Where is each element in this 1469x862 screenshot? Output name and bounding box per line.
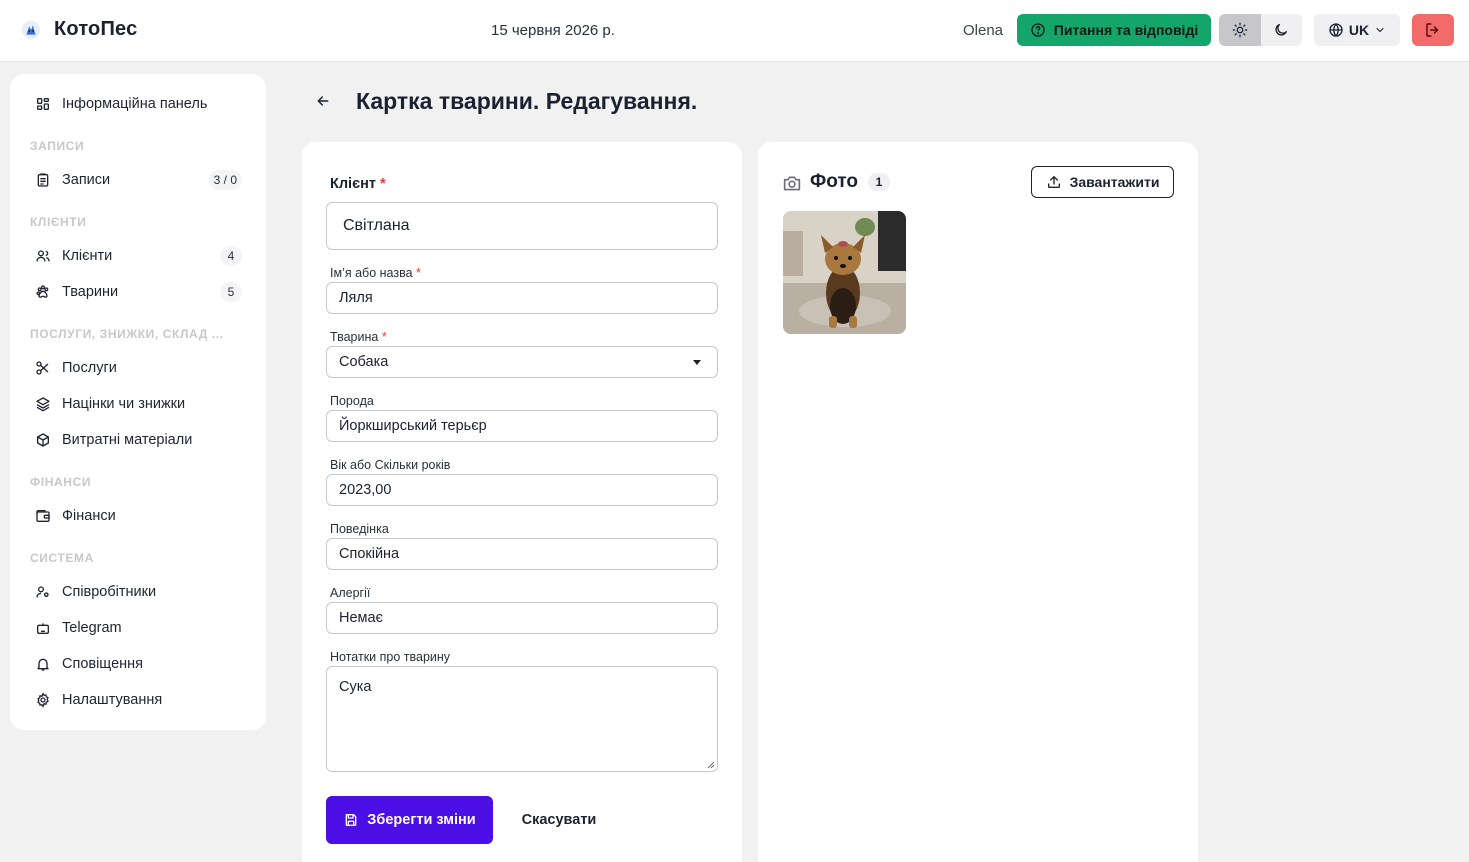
sidebar-item-label: Інформаційна панель (62, 96, 208, 112)
sidebar-item-records[interactable]: Записи 3 / 0 (30, 166, 246, 194)
section-label-system: Система (30, 551, 94, 565)
current-date: 15 червня 2026 р. (491, 22, 615, 39)
sidebar-item-telegram[interactable]: Telegram (30, 614, 246, 642)
sidebar: Інформаційна панель Записи Записи 3 / 0 … (10, 74, 266, 730)
sidebar-item-markups[interactable]: Націнки чи знижки (30, 390, 246, 418)
sidebar-item-services[interactable]: Послуги (30, 354, 246, 382)
sidebar-item-label: Націнки чи знижки (62, 396, 186, 412)
question-circle-icon (1031, 23, 1045, 37)
page-title: Картка тварини. Редагування. (356, 88, 698, 114)
photo-panel: Фото 1 Завантажити (758, 142, 1198, 862)
animal-edit-form: Клієнт * Світлана Ім’я або назва * Ляля … (302, 142, 742, 862)
sidebar-item-label: Сповіщення (62, 656, 144, 672)
layers-icon (36, 397, 50, 412)
dog-photo-image (783, 211, 906, 334)
top-bar: КотоПес 15 червня 2026 р. Olena Питання … (0, 0, 1469, 62)
floppy-disk-icon (345, 814, 357, 826)
sidebar-item-dashboard[interactable]: Інформаційна панель (30, 90, 246, 118)
breed-label: Порода (330, 394, 374, 408)
users-icon (36, 250, 50, 262)
sidebar-item-label: Записи (62, 172, 111, 188)
sidebar-item-label: Фінанси (62, 508, 116, 524)
globe-icon (1329, 23, 1343, 37)
client-label: Клієнт * (330, 176, 386, 192)
logout-icon (1426, 23, 1439, 37)
breed-input[interactable]: Йоркширський терьєр (326, 410, 718, 442)
sidebar-item-label: Співробітники (62, 584, 157, 600)
photo-count-badge: 1 (868, 173, 890, 191)
records-count-badge: 3 / 0 (208, 170, 242, 190)
sidebar-item-label: Витратні матеріали (62, 432, 193, 448)
notes-label: Нотатки про тварину (330, 650, 451, 664)
moon-icon (1275, 24, 1288, 36)
animal-type-select[interactable]: Собака (326, 346, 718, 378)
allergies-input[interactable]: Немає (326, 602, 718, 634)
gear-icon (37, 692, 49, 708)
notes-textarea[interactable]: Сука (326, 666, 718, 772)
cat-dog-logo-icon[interactable] (20, 19, 42, 41)
sidebar-item-clients[interactable]: Клієнти 4 (30, 242, 246, 270)
section-label-clients: Клієнти (30, 215, 87, 229)
bot-icon (37, 623, 49, 634)
name-label: Ім’я або назва * (330, 266, 421, 280)
language-selector[interactable]: UK (1314, 14, 1400, 46)
sidebar-item-settings[interactable]: Налаштування (30, 686, 246, 714)
theme-switcher (1219, 14, 1302, 46)
arrow-left-icon (317, 96, 329, 106)
sidebar-item-finance[interactable]: Фінанси (30, 502, 246, 530)
client-field[interactable]: Світлана (326, 202, 718, 250)
resize-grip-icon[interactable] (707, 761, 715, 769)
age-input[interactable]: 2023,00 (326, 474, 718, 506)
current-user: Olena (963, 22, 1004, 39)
sidebar-item-label: Telegram (62, 620, 122, 636)
dashboard-icon (37, 98, 49, 110)
name-input[interactable]: Ляля (326, 282, 718, 314)
user-key-icon (36, 586, 49, 598)
sidebar-item-notifications[interactable]: Сповіщення (30, 650, 246, 678)
language-label: UK (1348, 22, 1370, 38)
camera-icon (783, 176, 801, 191)
dark-theme-button[interactable] (1261, 14, 1303, 46)
allergies-label: Алергії (330, 586, 371, 600)
section-label-records: Записи (30, 139, 85, 153)
clipboard-icon (37, 173, 49, 187)
animals-count-badge: 5 (220, 282, 242, 302)
behavior-input[interactable]: Спокійна (326, 538, 718, 570)
save-button[interactable]: Зберегти зміни (326, 796, 493, 844)
animal-photo-thumbnail[interactable] (783, 211, 906, 334)
clients-count-badge: 4 (220, 246, 242, 266)
cancel-button[interactable]: Скасувати (512, 806, 606, 834)
bell-icon (37, 658, 49, 671)
app-name[interactable]: КотоПес (54, 18, 137, 41)
section-label-services: Послуги, знижки, склад ... (30, 327, 224, 341)
back-button[interactable] (312, 90, 334, 112)
paw-icon (36, 285, 49, 298)
animal-type-label: Тварина * (330, 330, 387, 344)
sidebar-item-employees[interactable]: Співробітники (30, 578, 246, 606)
sidebar-item-label: Послуги (62, 360, 117, 376)
caret-down-icon (693, 359, 701, 365)
box-icon (37, 433, 49, 447)
age-label: Вік або Скільки років (330, 458, 451, 472)
sidebar-item-label: Тварини (62, 284, 119, 300)
sun-icon (1232, 22, 1248, 38)
faq-label: Питання та відповіді (1053, 22, 1199, 38)
behavior-label: Поведінка (330, 522, 389, 536)
scissors-icon (36, 361, 49, 375)
upload-icon (1047, 176, 1060, 188)
light-theme-button[interactable] (1219, 14, 1261, 46)
sidebar-item-label: Клієнти (62, 248, 113, 264)
chevron-down-icon (1376, 27, 1384, 33)
wallet-icon (36, 510, 50, 522)
section-label-finance: Фінанси (30, 475, 92, 489)
sidebar-item-animals[interactable]: Тварини 5 (30, 278, 246, 306)
photo-title: Фото (810, 171, 859, 192)
upload-button[interactable]: Завантажити (1031, 166, 1174, 198)
faq-button[interactable]: Питання та відповіді (1017, 14, 1211, 46)
logout-button[interactable] (1412, 14, 1454, 46)
sidebar-item-label: Налаштування (62, 692, 163, 708)
sidebar-item-materials[interactable]: Витратні матеріали (30, 426, 246, 454)
